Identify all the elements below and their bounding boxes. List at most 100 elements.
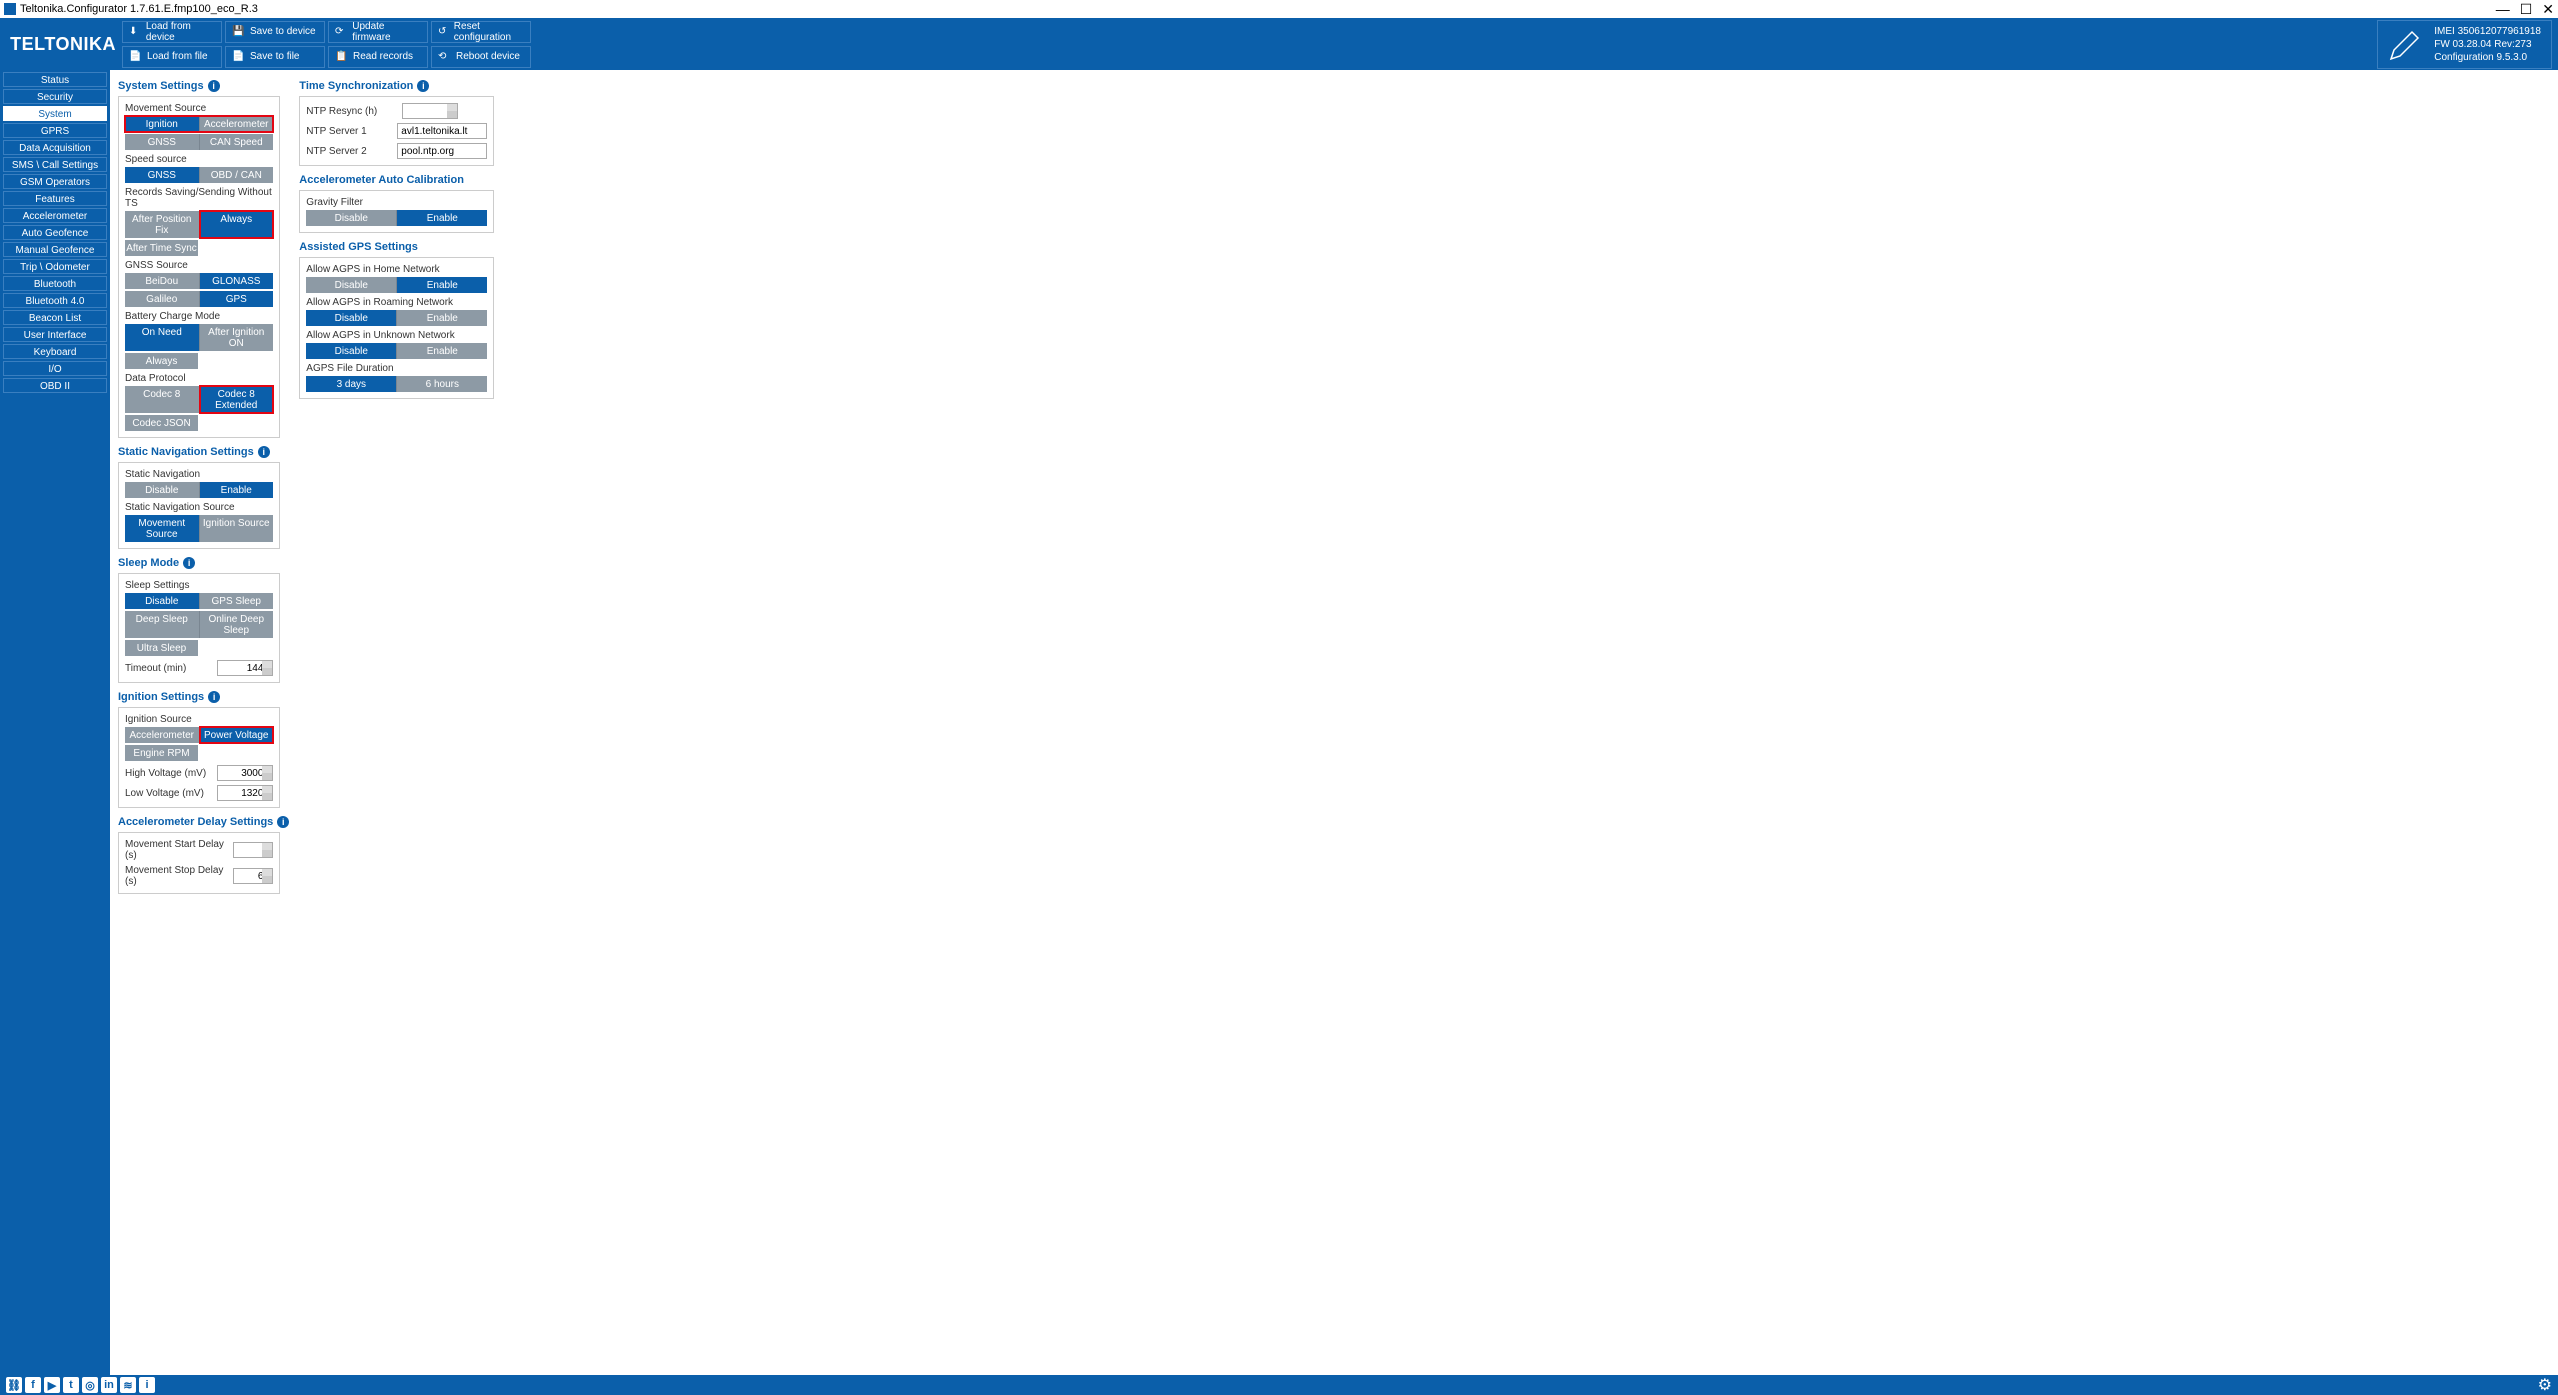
nav-data-acquisition[interactable]: Data Acquisition	[3, 140, 107, 155]
speed-gnss-option[interactable]: GNSS	[125, 167, 200, 183]
reboot-device-button[interactable]: ⟲Reboot device	[431, 46, 531, 68]
protocol-json-option[interactable]: Codec JSON	[125, 415, 198, 431]
nav-status[interactable]: Status	[3, 72, 107, 87]
save-to-file-button[interactable]: 📄Save to file	[225, 46, 325, 68]
info-icon[interactable]: i	[417, 80, 429, 92]
movement-accel-option[interactable]: Accelerometer	[200, 116, 274, 132]
instagram-icon[interactable]: ◎	[82, 1377, 98, 1393]
nav-obd-ii[interactable]: OBD II	[3, 378, 107, 393]
battery-afterign-option[interactable]: After Ignition ON	[200, 324, 274, 351]
protocol-c8e-option[interactable]: Codec 8 Extended	[200, 386, 274, 413]
timeout-input[interactable]	[217, 660, 273, 676]
gnss-galileo-option[interactable]: Galileo	[125, 291, 200, 307]
records-label: Records Saving/Sending Without TS	[125, 187, 273, 209]
sleep-disable-option[interactable]: Disable	[125, 593, 200, 609]
info-icon[interactable]: i	[258, 446, 270, 458]
read-records-button[interactable]: 📋Read records	[328, 46, 428, 68]
staticnav-ignition-option[interactable]: Ignition Source	[200, 515, 274, 542]
battery-always-option[interactable]: Always	[125, 353, 198, 369]
agps-home-disable[interactable]: Disable	[306, 277, 397, 293]
info-icon[interactable]: i	[208, 691, 220, 703]
update-firmware-button[interactable]: ⟳Update firmware	[328, 21, 428, 43]
movement-can-option[interactable]: CAN Speed	[200, 134, 274, 150]
rss-icon[interactable]: ≋	[120, 1377, 136, 1393]
adly-panel: Movement Start Delay (s) Movement Stop D…	[118, 832, 280, 894]
agps-roam-disable[interactable]: Disable	[306, 310, 397, 326]
social-links: ⛓ f ▶ t ◎ in ≋ i	[6, 1377, 155, 1393]
agps-roam-enable[interactable]: Enable	[397, 310, 487, 326]
agps-unk-enable[interactable]: Enable	[397, 343, 487, 359]
sleep-online-option[interactable]: Online Deep Sleep	[200, 611, 274, 638]
ntp-resync-input[interactable]	[402, 103, 458, 119]
records-afterts-option[interactable]: After Time Sync	[125, 240, 198, 256]
ntp-resync-label: NTP Resync (h)	[306, 106, 396, 117]
ign-accel-option[interactable]: Accelerometer	[125, 727, 200, 743]
info-footer-icon[interactable]: i	[139, 1377, 155, 1393]
sleep-deep-option[interactable]: Deep Sleep	[125, 611, 200, 638]
nav-accelerometer-features[interactable]: Accelerometer Features	[3, 208, 107, 223]
agps-home-enable[interactable]: Enable	[397, 277, 487, 293]
staticnav-enable-option[interactable]: Enable	[200, 482, 274, 498]
info-icon[interactable]: i	[277, 816, 289, 828]
staticnav-movement-option[interactable]: Movement Source	[125, 515, 200, 542]
ntp-server1-input[interactable]	[397, 123, 487, 139]
youtube-icon[interactable]: ▶	[44, 1377, 60, 1393]
nav-user-interface[interactable]: User Interface	[3, 327, 107, 342]
nav-beacon-list[interactable]: Beacon List	[3, 310, 107, 325]
settings-gear-icon[interactable]: ⚙	[2538, 1375, 2552, 1395]
load-from-device-button[interactable]: ⬇Load from device	[122, 21, 222, 43]
nav-auto-geofence[interactable]: Auto Geofence	[3, 225, 107, 240]
speed-obd-option[interactable]: OBD / CAN	[200, 167, 274, 183]
linkedin-icon[interactable]: in	[101, 1377, 117, 1393]
nav-manual-geofence[interactable]: Manual Geofence	[3, 242, 107, 257]
nav-i-o[interactable]: I/O	[3, 361, 107, 376]
ntp-server2-input[interactable]	[397, 143, 487, 159]
nav-security[interactable]: Security	[3, 89, 107, 104]
info-icon[interactable]: i	[208, 80, 220, 92]
nav-gsm-operators[interactable]: GSM Operators	[3, 174, 107, 189]
nav-bluetooth[interactable]: Bluetooth	[3, 276, 107, 291]
ign-power-option[interactable]: Power Voltage	[200, 727, 274, 743]
movement-ignition-option[interactable]: Ignition	[125, 116, 200, 132]
link-icon[interactable]: ⛓	[6, 1377, 22, 1393]
info-icon[interactable]: i	[183, 557, 195, 569]
close-button[interactable]: ✕	[2542, 1, 2554, 18]
agps-6hours-option[interactable]: 6 hours	[397, 376, 487, 392]
minimize-button[interactable]: —	[2496, 1, 2510, 17]
twitter-icon[interactable]: t	[63, 1377, 79, 1393]
records-afterfix-option[interactable]: After Position Fix	[125, 211, 200, 238]
load-from-file-button[interactable]: 📄Load from file	[122, 46, 222, 68]
records-always-option[interactable]: Always	[200, 211, 274, 238]
nav-sms-call-settings[interactable]: SMS \ Call Settings	[3, 157, 107, 172]
high-voltage-input[interactable]	[217, 765, 273, 781]
mstop-input[interactable]	[233, 868, 273, 884]
agps-unk-disable[interactable]: Disable	[306, 343, 397, 359]
gnss-beidou-option[interactable]: BeiDou	[125, 273, 200, 289]
ign-rpm-option[interactable]: Engine RPM	[125, 745, 198, 761]
sleep-gps-option[interactable]: GPS Sleep	[200, 593, 274, 609]
device-cfg: Configuration 9.5.3.0	[2434, 51, 2541, 64]
gnss-glonass-option[interactable]: GLONASS	[200, 273, 274, 289]
maximize-button[interactable]: ☐	[2520, 1, 2533, 18]
acal-disable-option[interactable]: Disable	[306, 210, 397, 226]
nav-keyboard[interactable]: Keyboard	[3, 344, 107, 359]
acal-enable-option[interactable]: Enable	[397, 210, 487, 226]
nav-features[interactable]: Features	[3, 191, 107, 206]
gnss-gps-option[interactable]: GPS	[200, 291, 274, 307]
protocol-c8-option[interactable]: Codec 8	[125, 386, 200, 413]
sleep-ultra-option[interactable]: Ultra Sleep	[125, 640, 198, 656]
nav-trip-odometer[interactable]: Trip \ Odometer	[3, 259, 107, 274]
save-to-device-button[interactable]: 💾Save to device	[225, 21, 325, 43]
nav-bluetooth-4-0[interactable]: Bluetooth 4.0	[3, 293, 107, 308]
mstart-label: Movement Start Delay (s)	[125, 839, 227, 861]
low-voltage-input[interactable]	[217, 785, 273, 801]
nav-system[interactable]: System	[3, 106, 107, 121]
reset-config-button[interactable]: ↺Reset configuration	[431, 21, 531, 43]
agps-3days-option[interactable]: 3 days	[306, 376, 397, 392]
mstart-input[interactable]	[233, 842, 273, 858]
facebook-icon[interactable]: f	[25, 1377, 41, 1393]
nav-gprs[interactable]: GPRS	[3, 123, 107, 138]
staticnav-disable-option[interactable]: Disable	[125, 482, 200, 498]
battery-onneed-option[interactable]: On Need	[125, 324, 200, 351]
movement-gnss-option[interactable]: GNSS	[125, 134, 200, 150]
